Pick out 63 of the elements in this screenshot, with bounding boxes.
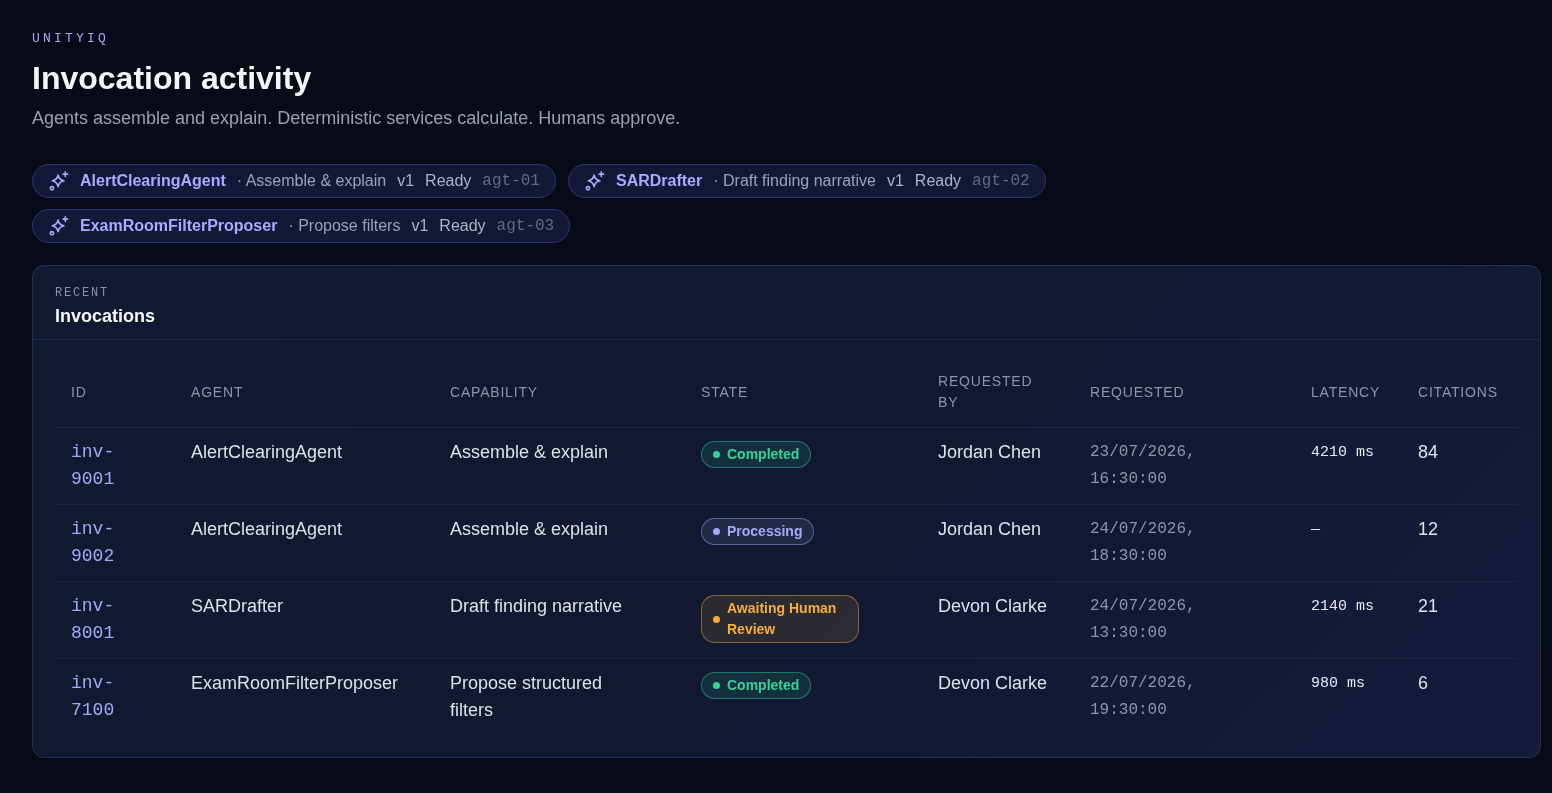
page-title: Invocation activity [32,59,312,98]
latency-value: 980 ms [1311,675,1365,692]
brand-name: UNITYIQ [32,31,109,47]
requester-name: Devon Clarke [938,673,1048,693]
section-title: Invocations [55,305,156,328]
column-header: AGENT [191,382,244,402]
citation-count: 84 [1418,442,1439,462]
invocation-id: inv-9001 [71,442,115,489]
requested-time: 23/07/2026, 16:30:00 [1090,443,1196,488]
column-header: LATENCY [1311,382,1381,402]
agent-name: SARDrafter [615,172,703,190]
capability-text: Assemble & explain [450,442,609,462]
invocation-id: inv-9002 [71,519,115,566]
agent-capability: · Draft finding narrative [713,172,876,190]
citation-count: 21 [1418,596,1439,616]
requested-time: 22/07/2026, 19:30:00 [1090,674,1196,719]
sparkle-icon [49,216,69,236]
capability-text: Draft finding narrative [450,596,623,616]
agent-name: AlertClearingAgent [191,442,343,462]
citation-count: 12 [1418,519,1439,539]
requested-time: 24/07/2026, 13:30:00 [1090,597,1196,642]
agent-name: AlertClearingAgent [80,172,226,190]
column-header: REQUESTED BY [938,372,1034,412]
latency-value: 2140 ms [1311,598,1374,615]
agent-status: Ready [425,172,472,190]
agent-id: agt-02 [972,172,1030,190]
sparkle-icon [584,171,605,191]
agent-version: v1 [411,217,429,235]
column-header: CITATIONS [1418,382,1498,402]
column-header: REQUESTED [1090,382,1185,402]
agent-version: v1 [886,172,904,190]
agent-name: AlertClearingAgent [191,519,343,539]
invocation-id: inv-7100 [71,673,115,720]
agent-name: ExamRoomFilterProposer [191,673,399,693]
page-subtitle: Agents assemble and explain. Deterministic services calculate. Humans approve. [32,107,681,130]
citation-count: 6 [1418,673,1428,693]
latency-value: — [1311,521,1320,538]
status-label: Completed [727,445,800,464]
latency-value: 4210 ms [1311,444,1374,461]
agent-capability: · Propose filters [288,217,401,235]
agent-status: Ready [439,217,486,235]
invocation-id: inv-8001 [71,596,115,643]
column-header: CAPABILITY [450,382,538,402]
requested-time: 24/07/2026, 18:30:00 [1090,520,1196,565]
status-label: Completed [727,676,800,695]
requester-name: Jordan Chen [938,442,1042,462]
requester-name: Jordan Chen [938,519,1042,539]
agent-id: agt-01 [482,172,540,190]
column-header: STATE [701,382,749,402]
agent-version: v1 [397,172,415,190]
agent-status: Ready [914,172,962,190]
section-eyebrow: RECENT [55,285,109,301]
status-label: Awaiting Human Review [727,599,838,639]
requester-name: Devon Clarke [938,596,1048,616]
status-label: Processing [727,522,803,541]
capability-text: Assemble & explain [450,519,609,539]
agent-id: agt-03 [496,217,555,235]
agent-name: SARDrafter [191,596,284,616]
agent-name: ExamRoomFilterProposer [80,217,278,235]
column-header: ID [71,382,87,402]
sparkle-icon [49,171,69,191]
capability-text: Propose structured filters [450,673,603,720]
agent-capability: · Assemble & explain [236,172,387,190]
